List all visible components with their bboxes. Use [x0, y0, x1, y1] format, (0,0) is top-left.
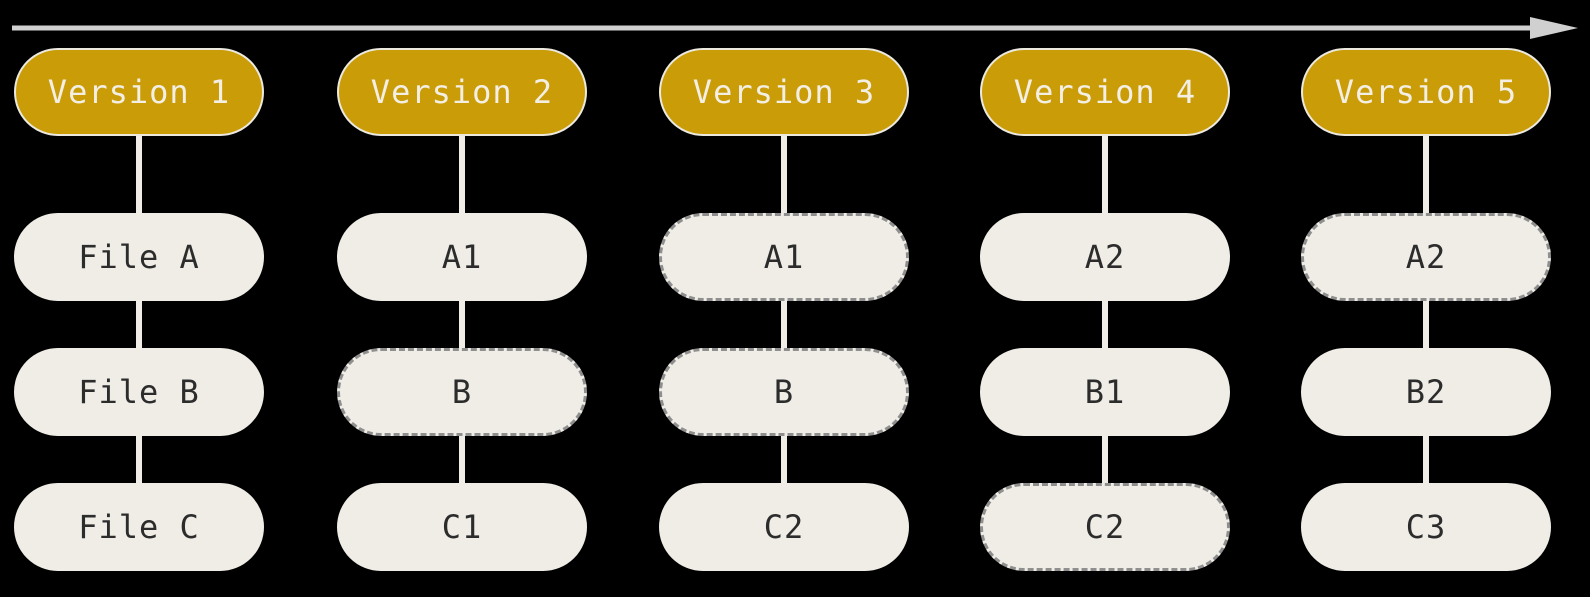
connector-line — [781, 433, 787, 483]
version-column-4: Version 4 A2 B1 C2 — [980, 48, 1230, 578]
file-node-c: C2 — [980, 483, 1230, 571]
connector-line — [459, 298, 465, 348]
connector-line — [136, 136, 142, 216]
file-node-b: B — [659, 348, 909, 436]
version-label-4: Version 4 — [980, 48, 1230, 136]
version-label-5: Version 5 — [1301, 48, 1551, 136]
version-label-2: Version 2 — [337, 48, 587, 136]
file-node-c: C2 — [659, 483, 909, 571]
connector-line — [459, 433, 465, 483]
file-node-a: A2 — [980, 213, 1230, 301]
file-node-b: B2 — [1301, 348, 1551, 436]
connector-line — [1423, 298, 1429, 348]
version-column-3: Version 3 A1 B C2 — [659, 48, 909, 578]
file-node-c: C1 — [337, 483, 587, 571]
version-label-1: Version 1 — [14, 48, 264, 136]
file-node-c: File C — [14, 483, 264, 571]
file-node-a: A2 — [1301, 213, 1551, 301]
version-column-5: Version 5 A2 B2 C3 — [1301, 48, 1551, 578]
connector-line — [1423, 136, 1429, 216]
version-column-2: Version 2 A1 B C1 — [337, 48, 587, 578]
file-node-a: File A — [14, 213, 264, 301]
connector-line — [1102, 298, 1108, 348]
connector-line — [781, 298, 787, 348]
connector-line — [136, 298, 142, 348]
connector-line — [459, 136, 465, 216]
connector-line — [1102, 136, 1108, 216]
file-node-a: A1 — [337, 213, 587, 301]
version-label-3: Version 3 — [659, 48, 909, 136]
connector-line — [1423, 433, 1429, 483]
version-column-1: Version 1 File A File B File C — [14, 48, 264, 578]
file-node-a: A1 — [659, 213, 909, 301]
file-node-b: B1 — [980, 348, 1230, 436]
connector-line — [781, 136, 787, 216]
connector-line — [1102, 433, 1108, 483]
connector-line — [136, 433, 142, 483]
file-node-b: B — [337, 348, 587, 436]
file-node-b: File B — [14, 348, 264, 436]
file-node-c: C3 — [1301, 483, 1551, 571]
timeline-arrow-icon — [12, 17, 1578, 39]
